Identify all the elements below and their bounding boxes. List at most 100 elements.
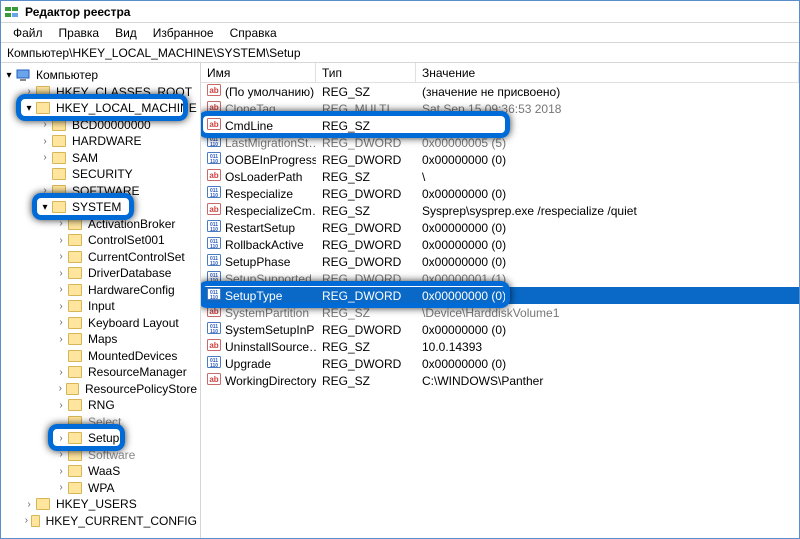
tree-node-hkey-users[interactable]: ›HKEY_USERS <box>3 496 200 513</box>
expander-icon[interactable]: › <box>55 466 67 477</box>
value-row[interactable]: 011110RestartSetupREG_DWORD0x00000000 (0… <box>201 219 799 236</box>
tree-node-input[interactable]: ›Input <box>3 298 200 315</box>
value-row[interactable]: 011110SystemSetupInP…REG_DWORD0x00000000… <box>201 321 799 338</box>
menu-item-правка[interactable]: Правка <box>51 25 108 41</box>
expander-icon[interactable]: ▾ <box>23 103 35 114</box>
value-row[interactable]: abSystemPartitionREG_SZ\Device\HarddiskV… <box>201 304 799 321</box>
expander-icon[interactable]: › <box>55 482 67 493</box>
expander-icon[interactable]: › <box>55 367 67 378</box>
value-row[interactable]: 011110SetupTypeREG_DWORD0x00000000 (0) <box>201 287 799 304</box>
expander-icon[interactable]: › <box>23 499 35 510</box>
expander-icon[interactable]: › <box>55 251 67 262</box>
tree-node-bcd00000000[interactable]: ›BCD00000000 <box>3 117 200 134</box>
value-row[interactable]: 011110LastMigrationSt…REG_DWORD0x0000000… <box>201 134 799 151</box>
folder-icon <box>68 300 82 312</box>
menu-item-избранное[interactable]: Избранное <box>145 25 222 41</box>
value-data: \ <box>416 170 799 184</box>
tree-node-select[interactable]: Select <box>3 414 200 431</box>
tree-node-resourcepolicystore[interactable]: ›ResourcePolicyStore <box>3 381 200 398</box>
value-row[interactable]: abWorkingDirectoryREG_SZC:\WINDOWS\Panth… <box>201 372 799 389</box>
expander-icon[interactable]: › <box>23 515 30 526</box>
tree-node-hardware[interactable]: › HARDWARE <box>3 133 200 150</box>
value-row[interactable]: 011110UpgradeREG_DWORD0x00000000 (0) <box>201 355 799 372</box>
value-row[interactable]: ab(По умолчанию)REG_SZ(значение не присв… <box>201 83 799 100</box>
col-header-type[interactable]: Тип <box>316 63 416 82</box>
window-frame: Редактор реестра ФайлПравкаВидИзбранноеС… <box>0 0 800 539</box>
value-row[interactable]: 011110RollbackActiveREG_DWORD0x00000000 … <box>201 236 799 253</box>
tree-node-activationbroker[interactable]: ›ActivationBroker <box>3 216 200 233</box>
value-type: REG_DWORD <box>316 153 416 167</box>
expander-icon[interactable]: › <box>55 383 65 394</box>
value-row[interactable]: abCmdLineREG_SZ <box>201 117 799 134</box>
tree-node-sam[interactable]: ›SAM <box>3 150 200 167</box>
tree-node-hkey-local-machine[interactable]: ▾HKEY_LOCAL_MACHINE <box>3 100 200 117</box>
expander-icon[interactable]: ▾ <box>3 70 15 81</box>
expander-icon[interactable]: › <box>39 185 51 196</box>
tree-node-hkey-current-config[interactable]: ›HKEY_CURRENT_CONFIG <box>3 513 200 530</box>
expander-icon[interactable]: › <box>55 334 67 345</box>
value-name: LastMigrationSt… <box>225 136 316 150</box>
tree-node-security[interactable]: SECURITY <box>3 166 200 183</box>
value-row[interactable]: abRespecializeCm…REG_SZSysprep\sysprep.e… <box>201 202 799 219</box>
tree-node-mounteddevices[interactable]: MountedDevices <box>3 348 200 365</box>
value-name: RestartSetup <box>225 221 295 235</box>
path-bar[interactable]: Компьютер\HKEY_LOCAL_MACHINE\SYSTEM\Setu… <box>1 43 799 63</box>
expander-icon[interactable]: ▾ <box>39 202 51 213</box>
value-row[interactable]: abOsLoaderPathREG_SZ\ <box>201 168 799 185</box>
tree-node-software[interactable]: ›Software <box>3 447 200 464</box>
value-row[interactable]: 011110OOBEInProgressREG_DWORD0x00000000 … <box>201 151 799 168</box>
expander-icon[interactable]: › <box>55 268 67 279</box>
menu-item-файл[interactable]: Файл <box>5 25 51 41</box>
expander-icon[interactable]: › <box>55 449 67 460</box>
menu-item-справка[interactable]: Справка <box>222 25 285 41</box>
tree-node-waas[interactable]: ›WaaS <box>3 463 200 480</box>
tree-node-rng[interactable]: ›RNG <box>3 397 200 414</box>
list-pane[interactable]: Имя Тип Значение ab(По умолчанию)REG_SZ(… <box>201 63 799 538</box>
col-header-name[interactable]: Имя <box>201 63 316 82</box>
col-header-value[interactable]: Значение <box>416 63 799 82</box>
tree-label: ResourceManager <box>85 365 190 379</box>
svg-text:110: 110 <box>210 278 218 284</box>
expander-icon[interactable]: › <box>39 119 51 130</box>
expander-icon[interactable]: › <box>55 284 67 295</box>
tree-node-software[interactable]: ›SOFTWARE <box>3 183 200 200</box>
expander-icon[interactable]: › <box>55 235 67 246</box>
tree-node-currentcontrolset[interactable]: ›CurrentControlSet <box>3 249 200 266</box>
tree-node-hkey-classes-root[interactable]: › HKEY_CLASSES_ROOT <box>3 84 200 101</box>
tree-node-hardwareconfig[interactable]: ›HardwareConfig <box>3 282 200 299</box>
expander-icon[interactable]: › <box>39 152 51 163</box>
tree-node-setup[interactable]: ›Setup <box>3 430 200 447</box>
menu-item-вид[interactable]: Вид <box>107 25 145 41</box>
expander-icon[interactable]: › <box>55 301 67 312</box>
tree-label: HKEY_CLASSES_ROOT <box>53 85 195 99</box>
value-data: 0x00000000 (0) <box>416 323 799 337</box>
tree-node-root[interactable]: ▾Компьютер <box>3 67 200 84</box>
value-type: REG_SZ <box>316 119 416 133</box>
value-row[interactable]: 011110SetupSupportedREG_DWORD0x00000001 … <box>201 270 799 287</box>
expander-icon[interactable]: › <box>55 218 67 229</box>
tree-node-system[interactable]: ▾SYSTEM <box>3 199 200 216</box>
folder-icon <box>68 432 82 444</box>
window-title: Редактор реестра <box>25 5 130 19</box>
expander-icon[interactable]: › <box>39 136 51 147</box>
expander-icon[interactable]: › <box>55 433 67 444</box>
value-icon: 011110 <box>207 253 221 270</box>
value-type: REG_DWORD <box>316 221 416 235</box>
value-row[interactable]: 011110SetupPhaseREG_DWORD0x00000000 (0) <box>201 253 799 270</box>
tree-node-controlset001[interactable]: ›ControlSet001 <box>3 232 200 249</box>
tree-label: HARDWARE <box>69 134 145 148</box>
tree-label: DriverDatabase <box>85 266 174 280</box>
expander-icon[interactable]: › <box>23 86 35 97</box>
tree-node-wpa[interactable]: ›WPA <box>3 480 200 497</box>
value-row[interactable]: abCloneTagREG_MULTI_SZSat Sep 15 09:36:5… <box>201 100 799 117</box>
value-row[interactable]: abUninstallSource…REG_SZ10.0.14393 <box>201 338 799 355</box>
value-row[interactable]: 011110RespecializeREG_DWORD0x00000000 (0… <box>201 185 799 202</box>
tree-node-maps[interactable]: ›Maps <box>3 331 200 348</box>
expander-icon[interactable]: › <box>55 317 67 328</box>
tree-node-keyboard-layout[interactable]: ›Keyboard Layout <box>3 315 200 332</box>
folder-icon <box>52 168 66 180</box>
tree-node-resourcemanager[interactable]: › ResourceManager <box>3 364 200 381</box>
expander-icon[interactable]: › <box>55 400 67 411</box>
tree-pane[interactable]: ▾Компьютер › HKEY_CLASSES_ROOT▾HKEY_LOCAL_… <box>1 63 201 538</box>
tree-node-driverdatabase[interactable]: › DriverDatabase <box>3 265 200 282</box>
